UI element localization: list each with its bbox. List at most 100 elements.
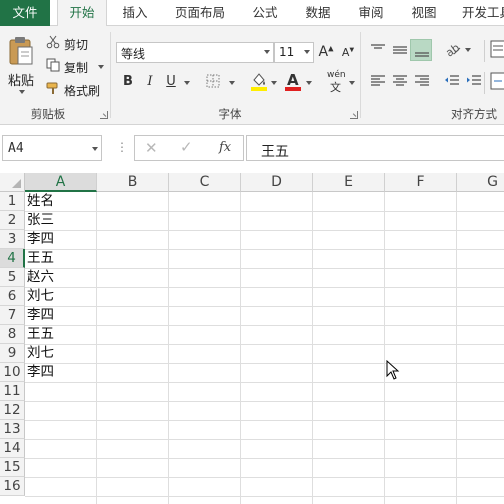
align-left-icon[interactable] [370, 74, 386, 88]
tab-view[interactable]: 视图 [404, 0, 444, 26]
orientation-icon[interactable]: ab [444, 40, 462, 58]
copy-button[interactable]: 复制 [64, 59, 88, 76]
fill-color-icon[interactable] [250, 71, 268, 91]
phonetic-dropdown-icon[interactable] [349, 81, 355, 85]
cell-a1[interactable]: 姓名 [27, 192, 54, 211]
divider [484, 40, 485, 62]
tab-data[interactable]: 数据 [298, 0, 338, 26]
formula-controls: ✕ ✓ fx [134, 135, 244, 161]
row-header-14[interactable]: 14 [0, 439, 25, 458]
name-box[interactable]: A4 [2, 135, 102, 161]
row-header-1[interactable]: 1 [0, 192, 25, 211]
clipboard-group-label: 剪贴板 [30, 107, 66, 121]
format-painter-button[interactable]: 格式刷 [64, 82, 100, 99]
cell-a10[interactable]: 李四 [27, 363, 54, 382]
row-header-5[interactable]: 5 [0, 268, 25, 287]
shrink-font-button[interactable]: A▼ [340, 46, 356, 59]
cell-a3[interactable]: 李四 [27, 230, 54, 249]
enter-icon[interactable]: ✓ [180, 138, 193, 156]
column-header-c[interactable]: C [169, 173, 241, 192]
wrap-text-icon[interactable] [490, 40, 504, 58]
group-separator [110, 32, 111, 118]
divider [484, 72, 485, 94]
cell-a7[interactable]: 李四 [27, 306, 54, 325]
align-bottom-button[interactable] [410, 39, 432, 61]
align-center-icon[interactable] [392, 74, 408, 88]
align-middle-icon[interactable] [392, 42, 408, 58]
fill-color-dropdown-icon[interactable] [271, 81, 277, 85]
cancel-icon[interactable]: ✕ [145, 139, 158, 157]
grid-line [25, 344, 504, 345]
bold-button[interactable]: B [120, 74, 136, 89]
font-name-select[interactable]: 等线 [116, 42, 274, 63]
copy-dropdown-icon[interactable] [98, 65, 104, 69]
tab-review[interactable]: 审阅 [351, 0, 391, 26]
italic-button[interactable]: I [142, 74, 158, 89]
column-header-b[interactable]: B [97, 173, 169, 192]
grid-line [25, 249, 504, 250]
grow-font-icon: A [318, 44, 329, 60]
underline-button[interactable]: U [163, 74, 179, 89]
font-color-button[interactable]: A [284, 71, 302, 91]
tab-insert[interactable]: 插入 [113, 0, 157, 26]
tab-developer[interactable]: 开发工具 [462, 0, 504, 26]
select-all-corner[interactable] [0, 173, 25, 192]
formula-input[interactable]: 王五 [246, 135, 504, 161]
align-top-icon[interactable] [370, 42, 386, 58]
worksheet-grid[interactable]: A B C D E F G 1 2 3 4 5 6 7 8 9 10 11 12… [0, 173, 504, 504]
column-header-e[interactable]: E [313, 173, 385, 192]
chevron-down-icon[interactable] [92, 147, 98, 151]
column-header-g[interactable]: G [457, 173, 504, 192]
grid-line [25, 477, 504, 478]
cell-a2[interactable]: 张三 [27, 211, 54, 230]
cell-a6[interactable]: 刘七 [27, 287, 54, 306]
underline-dropdown-icon[interactable] [184, 81, 190, 85]
tab-page-layout[interactable]: 页面布局 [170, 0, 230, 26]
grow-font-button[interactable]: A▲ [318, 44, 334, 60]
font-size-select[interactable]: 11 [274, 42, 314, 63]
orientation-dropdown-icon[interactable] [465, 48, 471, 52]
increase-indent-icon[interactable] [466, 74, 482, 88]
grid-line [25, 363, 504, 364]
cell-a5[interactable]: 赵六 [27, 268, 54, 287]
grid-line [25, 496, 504, 497]
borders-dropdown-icon[interactable] [229, 81, 235, 85]
tab-formulas[interactable]: 公式 [245, 0, 285, 26]
cell-a4[interactable]: 王五 [27, 249, 54, 268]
row-header-7[interactable]: 7 [0, 306, 25, 325]
row-header-11[interactable]: 11 [0, 382, 25, 401]
tab-home[interactable]: 开始 [57, 0, 107, 27]
borders-icon[interactable] [206, 74, 220, 88]
row-header-3[interactable]: 3 [0, 230, 25, 249]
merge-center-icon[interactable] [490, 72, 504, 90]
cut-button[interactable]: 剪切 [64, 36, 88, 53]
row-header-13[interactable]: 13 [0, 420, 25, 439]
column-header-d[interactable]: D [241, 173, 313, 192]
font-launcher-icon[interactable] [350, 111, 358, 119]
row-header-8[interactable]: 8 [0, 325, 25, 344]
more-options-icon[interactable]: ⋮ [116, 140, 128, 154]
tab-file[interactable]: 文件 [0, 0, 50, 26]
row-header-2[interactable]: 2 [0, 211, 25, 230]
paste-button[interactable]: 粘贴 [4, 32, 38, 94]
row-header-16[interactable]: 16 [0, 477, 25, 496]
insert-function-icon[interactable]: fx [219, 140, 231, 155]
font-color-dropdown-icon[interactable] [306, 81, 312, 85]
row-header-10[interactable]: 10 [0, 363, 25, 382]
align-bottom-icon [415, 52, 429, 57]
grid-line [25, 401, 504, 402]
phonetic-guide-button[interactable]: wén 文 [326, 70, 350, 94]
cell-a9[interactable]: 刘七 [27, 344, 54, 363]
cell-a8[interactable]: 王五 [27, 325, 54, 344]
column-header-f[interactable]: F [385, 173, 457, 192]
format-painter-icon [46, 82, 58, 94]
clipboard-launcher-icon[interactable] [100, 111, 108, 119]
row-header-15[interactable]: 15 [0, 458, 25, 477]
row-header-4[interactable]: 4 [0, 249, 25, 268]
align-right-icon[interactable] [414, 74, 430, 88]
row-header-12[interactable]: 12 [0, 401, 25, 420]
row-header-6[interactable]: 6 [0, 287, 25, 306]
column-header-a[interactable]: A [25, 173, 97, 192]
row-header-9[interactable]: 9 [0, 344, 25, 363]
decrease-indent-icon[interactable] [444, 74, 460, 88]
